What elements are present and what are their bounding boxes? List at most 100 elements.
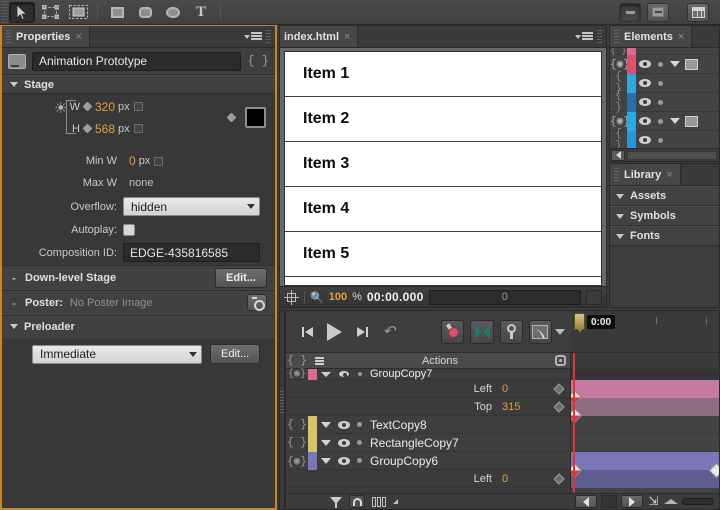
- auto-transition-button[interactable]: [470, 319, 494, 344]
- section-preloader[interactable]: Preloader: [2, 315, 275, 338]
- timeline-ruler[interactable]: 0:00: [571, 311, 719, 353]
- columns-icon[interactable]: [372, 496, 386, 507]
- downlevel-edit-button[interactable]: Edit...: [215, 267, 267, 288]
- go-to-end-button[interactable]: [350, 319, 374, 345]
- code-braces-icon[interactable]: { }: [247, 54, 269, 68]
- tab-index-html[interactable]: index.html ×: [280, 26, 359, 47]
- gear-icon[interactable]: [550, 355, 570, 366]
- chevron-down-icon[interactable]: [317, 421, 335, 428]
- close-icon[interactable]: ×: [666, 169, 672, 181]
- resize-handle-icon[interactable]: [393, 499, 398, 504]
- element-row[interactable]: { }: [610, 128, 719, 148]
- layer-name[interactable]: TextCopy8: [366, 418, 570, 432]
- property-value[interactable]: 0: [502, 473, 548, 485]
- background-color-swatch[interactable]: [245, 107, 266, 128]
- expand-icon[interactable]: ⇲: [647, 495, 660, 508]
- overflow-select[interactable]: hidden: [123, 197, 260, 216]
- scroll-left-button[interactable]: [575, 495, 597, 508]
- chevron-down-icon[interactable]: [317, 457, 335, 464]
- toolbar-grip[interactable]: [1, 0, 8, 24]
- property-keyframe-toggle[interactable]: [548, 400, 570, 413]
- list-item[interactable]: Item 3: [285, 142, 601, 187]
- stage-document[interactable]: Item 1 Item 2 Item 3 Item 4 Item 5: [284, 51, 602, 286]
- easing-button[interactable]: [528, 319, 553, 344]
- auto-keyframe-button[interactable]: [499, 319, 523, 344]
- layer-name[interactable]: RectangleCopy7: [366, 436, 570, 450]
- transform-tool[interactable]: [37, 2, 63, 23]
- layer-name[interactable]: GroupCopy6: [366, 454, 570, 468]
- list-item[interactable]: Item 1: [285, 52, 601, 97]
- width-value[interactable]: 320: [95, 100, 115, 114]
- chevron-down-icon[interactable]: [317, 371, 335, 377]
- grid-layout-button[interactable]: [687, 2, 709, 22]
- timeline-layer-row[interactable]: { } RectangleCopy7: [286, 433, 570, 452]
- library-section-assets[interactable]: Assets: [610, 186, 719, 206]
- clip-tool[interactable]: [65, 2, 91, 23]
- visibility-eye-icon[interactable]: [636, 98, 654, 106]
- section-downlevel-stage[interactable]: - Down-level Stage Edit...: [2, 265, 275, 290]
- panel-menu-icon[interactable]: [575, 32, 593, 41]
- horizontal-scroll-track[interactable]: [627, 150, 717, 160]
- tab-properties[interactable]: Properties ×: [2, 26, 90, 47]
- property-keyframe-toggle[interactable]: [548, 472, 570, 485]
- tab-elements[interactable]: Elements ×: [610, 26, 693, 47]
- layer-name[interactable]: GroupCopy7: [366, 368, 570, 380]
- height-keyframe-toggle[interactable]: [82, 123, 93, 134]
- close-icon[interactable]: ×: [344, 31, 350, 43]
- expand-panels-button[interactable]: [647, 2, 669, 22]
- scroll-right-button[interactable]: [621, 495, 643, 508]
- min-width-lock-toggle[interactable]: [154, 156, 164, 166]
- preloader-edit-button[interactable]: Edit...: [210, 344, 261, 364]
- elements-list[interactable]: { } {◉} { } { } {◉} {}: [610, 48, 719, 148]
- visibility-eye-icon[interactable]: [335, 456, 353, 465]
- chevron-down-icon[interactable]: [667, 61, 682, 67]
- timeline-property-row[interactable]: Top 315: [286, 398, 570, 416]
- section-stage[interactable]: Stage: [2, 75, 275, 94]
- stage-position-field[interactable]: 0: [428, 289, 581, 305]
- visibility-eye-icon[interactable]: [636, 60, 654, 68]
- height-lock-toggle[interactable]: [133, 124, 143, 133]
- close-icon[interactable]: ×: [75, 31, 81, 43]
- min-width-value[interactable]: 0: [129, 154, 136, 168]
- visibility-eye-icon[interactable]: [335, 438, 353, 447]
- timeline-layer-row[interactable]: {◉} GroupCopy6: [286, 451, 570, 470]
- undo-button[interactable]: ↶: [377, 319, 401, 345]
- rounded-rectangle-tool[interactable]: [132, 2, 158, 23]
- property-value[interactable]: 0: [502, 383, 548, 395]
- list-item[interactable]: Item 4: [285, 187, 601, 232]
- background-color-keyframe-toggle[interactable]: [226, 112, 237, 123]
- play-button[interactable]: [323, 319, 347, 345]
- panel-drag-dots[interactable]: [266, 29, 271, 44]
- collapse-all-icon[interactable]: [308, 356, 330, 365]
- lock-dot-icon[interactable]: [654, 80, 667, 86]
- lock-dot-icon[interactable]: [654, 137, 667, 143]
- lock-dot-icon[interactable]: [654, 99, 667, 105]
- animation-bar[interactable]: [571, 452, 719, 470]
- panel-menu-icon[interactable]: [244, 32, 262, 41]
- library-section-fonts[interactable]: Fonts: [610, 226, 719, 246]
- timeline-layer-row[interactable]: { } TextCopy8: [286, 415, 570, 434]
- composition-id-field[interactable]: EDGE-435816585: [123, 243, 260, 262]
- list-item[interactable]: Item 5: [285, 232, 601, 277]
- lock-dot-icon[interactable]: [353, 440, 366, 445]
- width-keyframe-toggle[interactable]: [82, 101, 93, 112]
- lock-dot-icon[interactable]: [654, 61, 667, 67]
- go-to-start-button[interactable]: [296, 319, 320, 345]
- property-value[interactable]: 315: [502, 401, 548, 413]
- list-item[interactable]: Item 2: [285, 97, 601, 142]
- element-row[interactable]: { }: [610, 90, 719, 114]
- visibility-eye-icon[interactable]: [636, 79, 654, 87]
- funnel-icon[interactable]: [330, 496, 342, 508]
- toggle-pin-button[interactable]: [441, 319, 465, 344]
- collapse-panels-button[interactable]: [619, 2, 641, 22]
- animation-bar[interactable]: [571, 470, 719, 488]
- zoom-value[interactable]: 100: [329, 291, 347, 303]
- timeline-layer-row[interactable]: {◉} GroupCopy7: [286, 368, 570, 380]
- lock-dot-icon[interactable]: [654, 118, 667, 124]
- library-section-symbols[interactable]: Symbols: [610, 206, 719, 226]
- tab-library[interactable]: Library ×: [610, 164, 681, 185]
- preloader-select[interactable]: Immediate: [32, 344, 202, 364]
- visibility-eye-icon[interactable]: [335, 371, 353, 377]
- lock-dot-icon[interactable]: [353, 372, 366, 376]
- timeline-property-row[interactable]: Left 0: [286, 470, 570, 488]
